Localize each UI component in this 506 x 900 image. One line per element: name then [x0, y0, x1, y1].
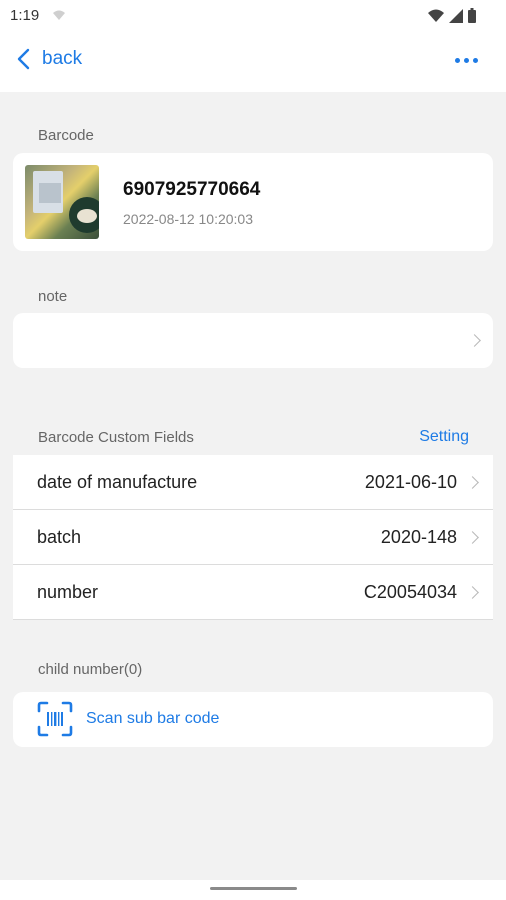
field-label: date of manufacture [37, 472, 198, 492]
scan-sub-barcode-button[interactable]: Scan sub bar code [13, 692, 493, 747]
field-value: 2020-148 [380, 527, 457, 547]
custom-fields-title: Barcode Custom Fields [38, 429, 194, 446]
navigation-bar [0, 880, 506, 900]
note-field[interactable] [13, 313, 493, 368]
more-options-icon[interactable] [455, 58, 478, 63]
custom-fields-list: date of manufacture 2021-06-10 batch 202… [13, 455, 493, 620]
field-row-date-of-manufacture[interactable]: date of manufacture 2021-06-10 [13, 455, 493, 510]
top-nav-bar: back [0, 34, 506, 92]
back-button[interactable]: back [16, 48, 82, 70]
chevron-right-icon [468, 334, 481, 347]
status-bar: 1:19 [0, 0, 506, 34]
barcode-card[interactable]: 6907925770664 2022-08-12 10:20:03 [13, 153, 493, 251]
signal-icon [449, 8, 463, 23]
field-value: 2021-06-10 [364, 472, 457, 492]
setting-link[interactable]: Setting [419, 428, 469, 446]
battery-icon [468, 8, 476, 23]
note-section-title: note [38, 288, 68, 305]
barcode-scan-icon [37, 701, 73, 737]
status-time: 1:19 [10, 7, 40, 24]
barcode-section-title: Barcode [38, 127, 94, 144]
field-row-number[interactable]: number C20054034 [13, 565, 493, 620]
scan-sub-barcode-label: Scan sub bar code [86, 710, 220, 727]
barcode-number: 6907925770664 [123, 179, 261, 200]
field-row-batch[interactable]: batch 2020-148 [13, 510, 493, 565]
barcode-photo-thumbnail[interactable] [25, 165, 99, 239]
field-label: number [37, 582, 99, 602]
home-indicator[interactable] [210, 887, 297, 890]
back-label: back [42, 48, 83, 69]
field-label: batch [37, 527, 82, 547]
chevron-right-icon [466, 476, 479, 489]
field-value: C20054034 [363, 582, 457, 602]
wifi-icon [428, 9, 444, 22]
chevron-left-icon [17, 48, 30, 70]
chevron-right-icon [466, 586, 479, 599]
child-number-title: child number(0) [38, 661, 143, 678]
status-icons [428, 8, 476, 23]
barcode-timestamp: 2022-08-12 10:20:03 [123, 211, 253, 227]
chevron-right-icon [466, 531, 479, 544]
wifi-off-icon [53, 10, 65, 20]
